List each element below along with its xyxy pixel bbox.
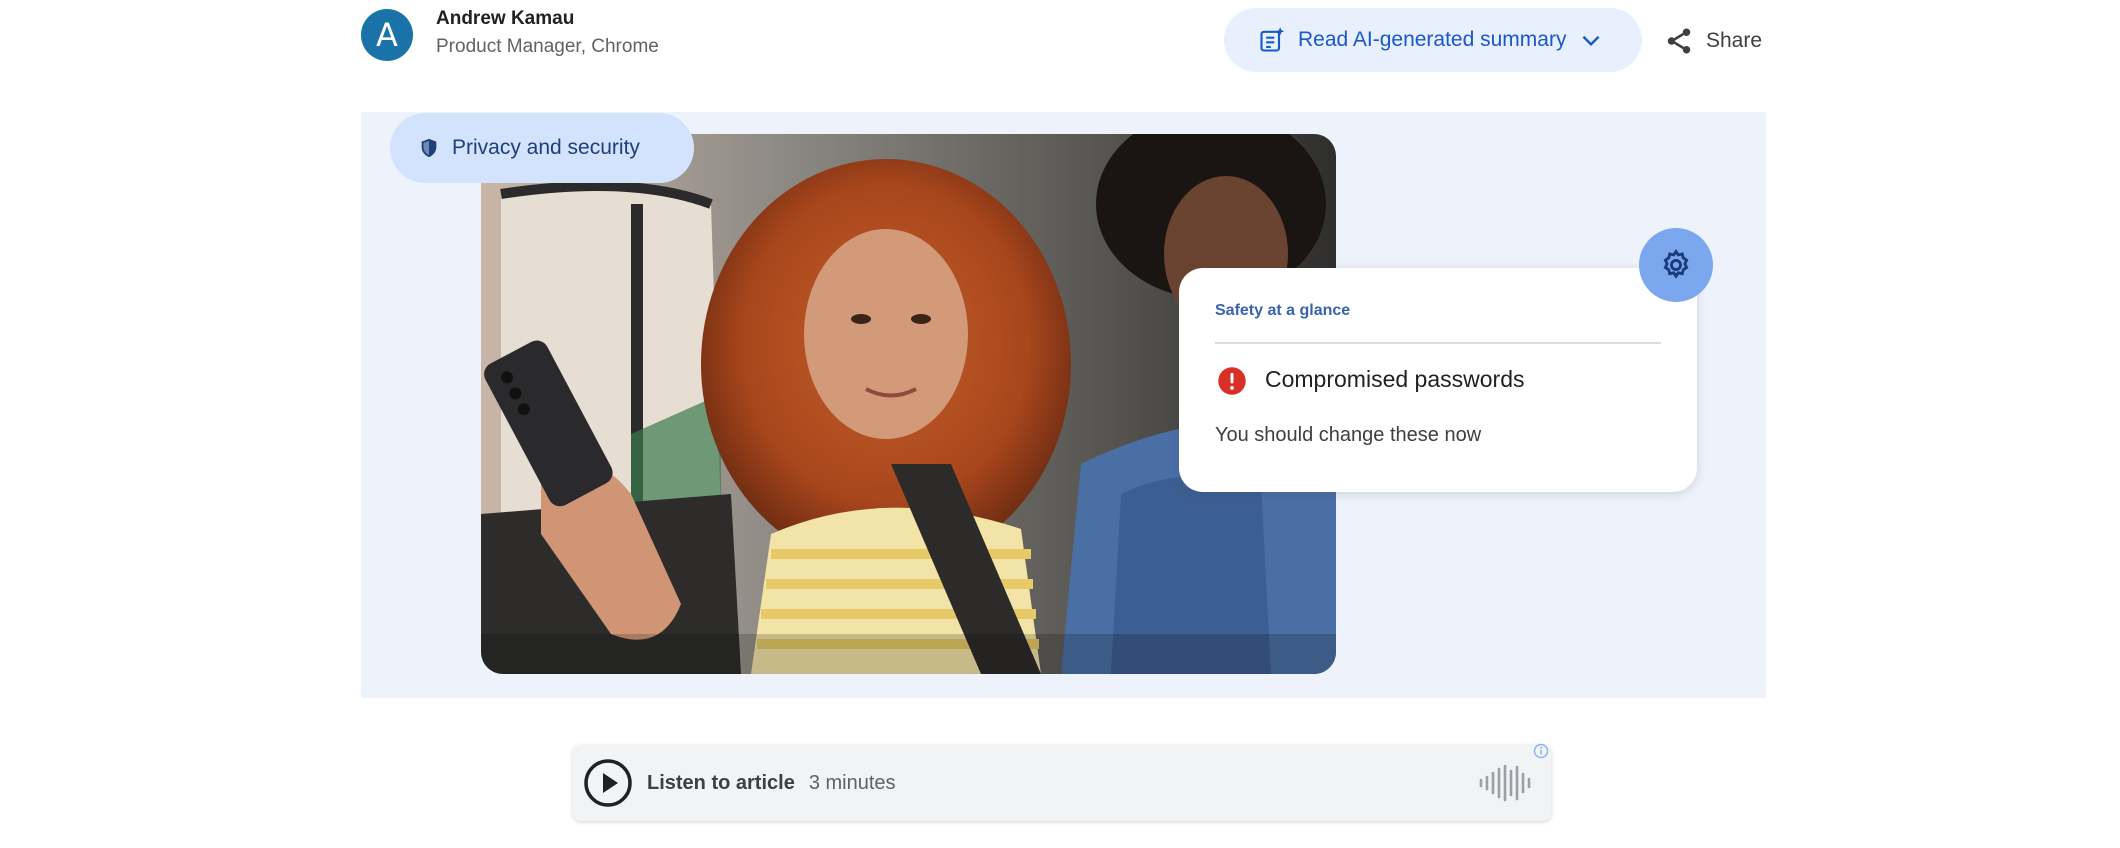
author-avatar: A [361, 9, 413, 61]
settings-gear-button[interactable] [1639, 228, 1713, 302]
listen-duration: 3 minutes [808, 771, 896, 794]
share-button[interactable]: Share [1664, 24, 1762, 58]
listen-label: Listen to article [647, 771, 795, 794]
ai-summary-label: Read AI-generated summary [1298, 28, 1567, 51]
doc-sparkle-icon [1260, 27, 1285, 52]
ai-summary-button[interactable]: Read AI-generated summary [1224, 8, 1642, 72]
gear-icon [1663, 248, 1689, 279]
author-name[interactable]: Andrew Kamau [436, 8, 574, 30]
listen-to-article-bar[interactable]: Listen to article 3 minutes [573, 743, 1551, 821]
safety-card-heading: Compromised passwords [1265, 366, 1525, 392]
safety-card: Safety at a glance Compromised passwords… [1179, 268, 1697, 492]
shield-icon [421, 138, 437, 158]
author-initial: A [376, 16, 398, 54]
category-chip-label: Privacy and security [452, 136, 640, 159]
author-role: Product Manager, Chrome [436, 36, 659, 57]
safety-card-title: Safety at a glance [1215, 302, 1351, 319]
share-icon [1667, 28, 1691, 54]
category-chip[interactable]: Privacy and security [390, 113, 694, 183]
warning-icon [1218, 367, 1246, 395]
waveform-icon [1479, 764, 1531, 802]
chevron-down-icon [1583, 35, 1600, 47]
divider [1215, 342, 1661, 344]
safety-card-subtext: You should change these now [1215, 424, 1482, 446]
info-icon[interactable] [1533, 743, 1549, 759]
play-icon[interactable] [583, 758, 633, 808]
share-label: Share [1706, 29, 1763, 52]
